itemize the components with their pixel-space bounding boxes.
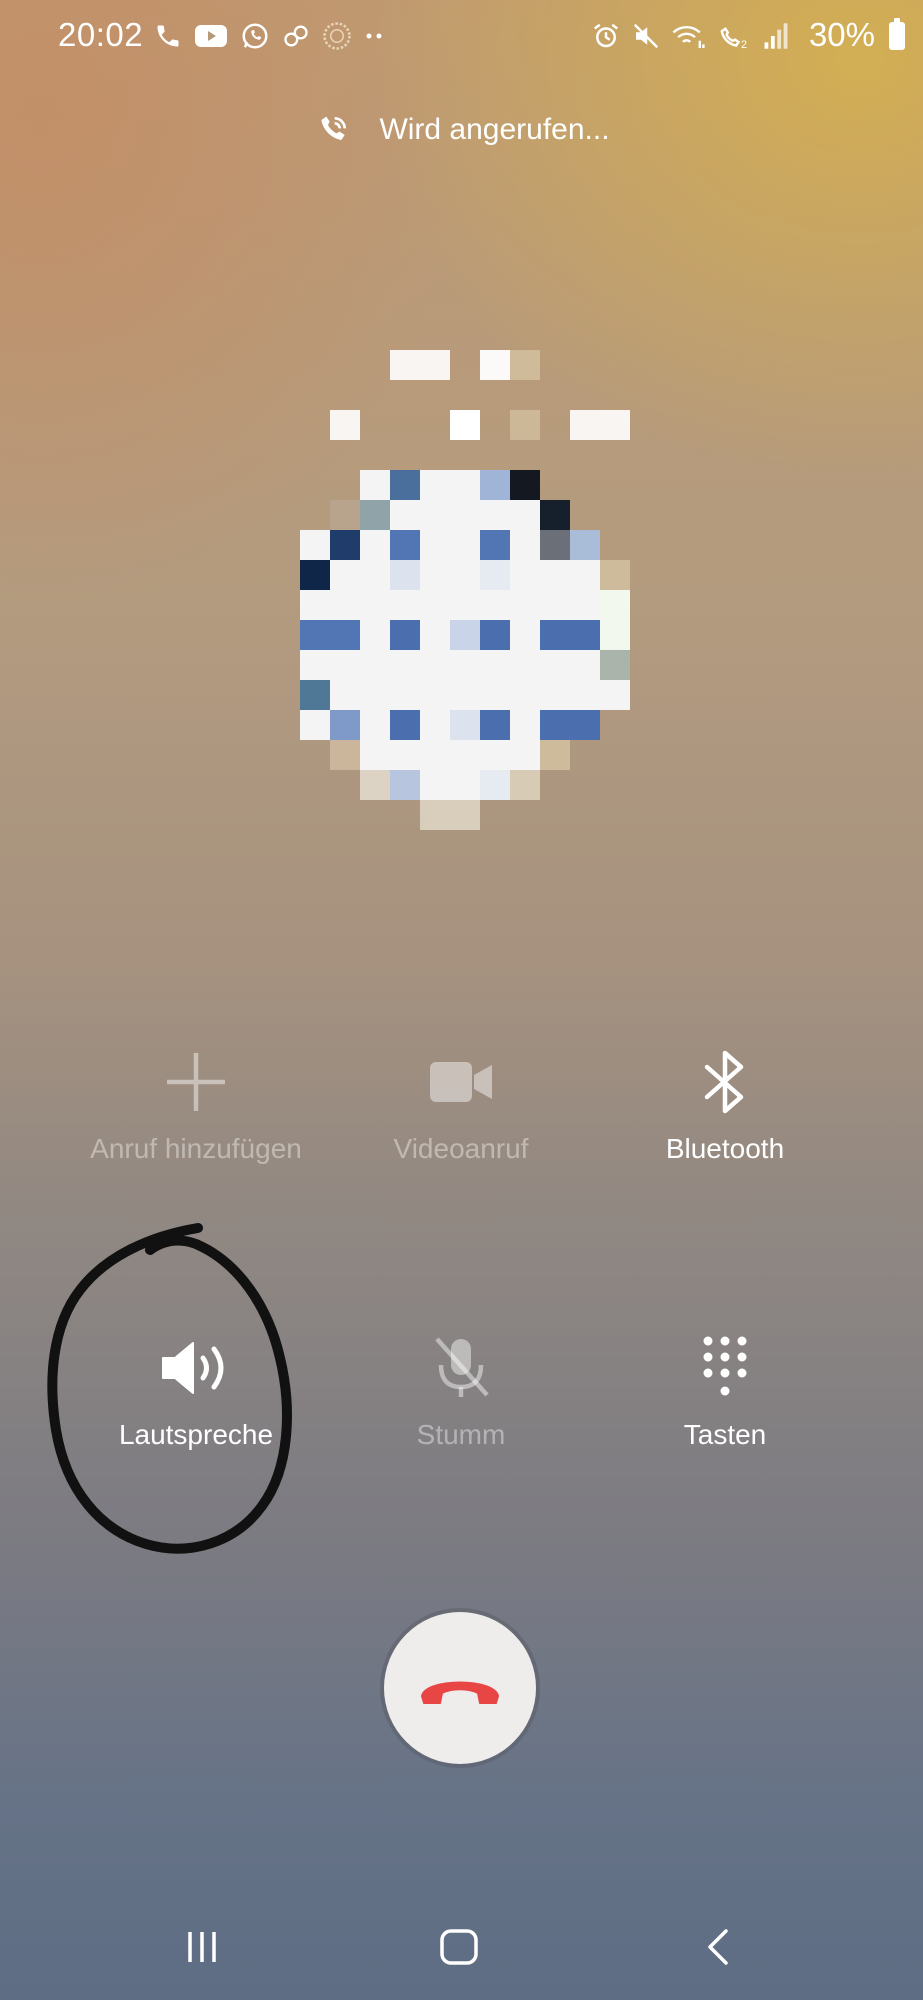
back-icon [708,1929,728,1965]
keypad-button[interactable]: Tasten [590,1333,860,1451]
speaker-icon [162,1342,224,1394]
add-call-label: Anruf hinzufügen [90,1133,302,1164]
status-right-icons: 2 [591,16,789,56]
plus-icon [167,1053,225,1111]
keypad-label: Tasten [683,1419,767,1450]
mute-button[interactable]: Stumm [326,1333,596,1451]
add-call-button[interactable]: Anruf hinzufügen [61,1047,331,1165]
wifi-calling-icon [672,25,705,48]
bluetooth-icon [704,1050,744,1114]
home-icon [440,1929,478,1965]
signal-icon [764,23,788,49]
volte-2-icon: 2 [720,27,747,51]
status-left-icons [154,16,386,56]
microphone-off-icon [435,1337,489,1397]
home-button[interactable] [429,1922,489,1972]
video-camera-icon [430,1062,492,1102]
mute-label: Stumm [416,1419,506,1450]
bluetooth-button[interactable]: Bluetooth [590,1047,860,1165]
speaker-label: Lautspreche [118,1419,274,1450]
status-time: 20:02 [58,16,144,53]
link-icon [284,25,308,47]
recent-apps-button[interactable] [172,1922,232,1972]
video-call-label: Videoanruf [393,1133,529,1164]
mute-icon [633,23,659,49]
phone-icon [157,25,179,47]
more-dots-icon [366,33,382,39]
clock-app-icon [323,22,351,50]
end-call-button[interactable] [384,1612,536,1764]
recent-apps-icon [188,1932,216,1962]
call-status-text: Wird angerufen... [379,113,610,146]
battery-percent: 30% [808,16,875,53]
speaker-button[interactable]: Lautspreche [61,1333,331,1451]
call-status: Wird angerufen... [0,110,923,158]
battery-icon [889,18,905,50]
svg-text:2: 2 [741,39,747,51]
wifi-call-icon [321,116,347,140]
alarm-icon [594,23,618,48]
youtube-icon [195,25,227,47]
status-bar: 20:02 2 30% [0,0,923,72]
contact-avatar [300,350,630,830]
keypad-icon [703,1336,747,1396]
video-call-button[interactable]: Videoanruf [326,1047,596,1165]
back-button[interactable] [688,1922,748,1972]
bluetooth-label: Bluetooth [665,1133,785,1164]
navigation-bar [0,1900,923,2000]
whatsapp-icon [242,23,268,49]
hang-up-icon [421,1681,499,1704]
